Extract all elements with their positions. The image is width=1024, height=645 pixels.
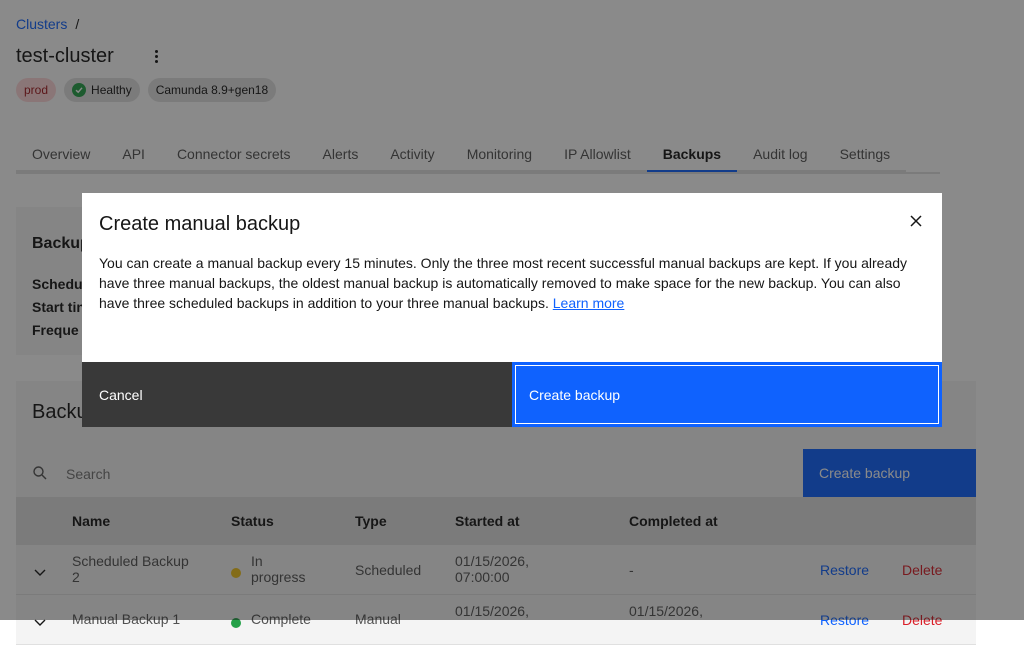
create-backup-modal: Create manual backup You can create a ma… [82, 193, 942, 427]
confirm-create-backup-button[interactable]: Create backup [512, 362, 942, 427]
close-icon[interactable] [904, 209, 928, 233]
modal-body-text: You can create a manual backup every 15 … [99, 255, 908, 311]
modal-title: Create manual backup [99, 213, 301, 235]
cancel-button[interactable]: Cancel [82, 362, 512, 427]
modal-body: You can create a manual backup every 15 … [99, 253, 929, 313]
learn-more-link[interactable]: Learn more [553, 295, 625, 311]
